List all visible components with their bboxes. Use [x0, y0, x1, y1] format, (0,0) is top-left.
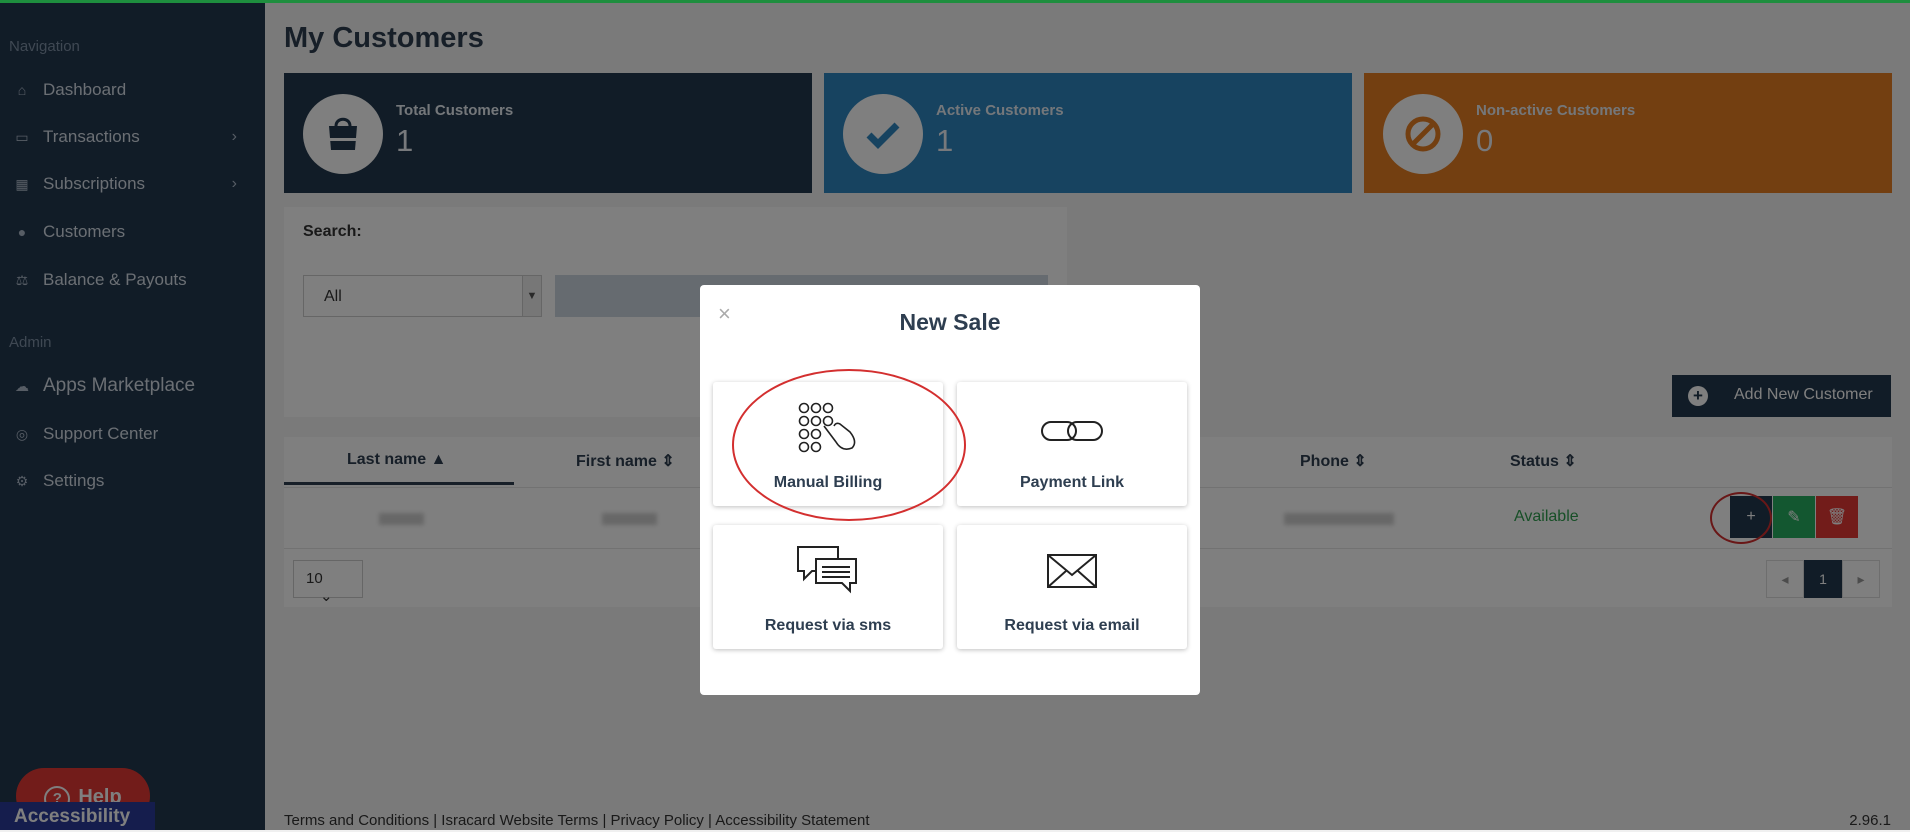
option-label: Request via email	[1004, 617, 1140, 634]
envelope-icon	[957, 545, 1187, 600]
highlight-annotation	[732, 369, 966, 521]
chat-icon	[713, 545, 943, 600]
request-email-option[interactable]: Request via email	[957, 525, 1187, 649]
request-sms-option[interactable]: Request via sms	[713, 525, 943, 649]
link-icon	[957, 402, 1187, 465]
payment-link-option[interactable]: Payment Link	[957, 382, 1187, 506]
new-sale-modal: × New Sale Manual Billing Payment Link R…	[700, 285, 1200, 695]
option-label: Payment Link	[1019, 474, 1125, 491]
modal-title: New Sale	[899, 309, 1001, 335]
top-accent-line	[0, 0, 1910, 3]
option-label: Request via sms	[764, 617, 892, 634]
